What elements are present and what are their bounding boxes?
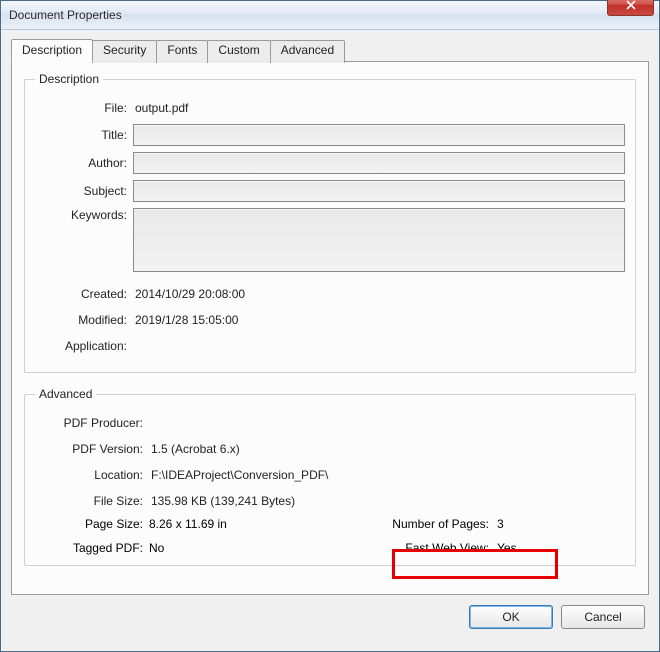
value-filesize: 135.98 KB (139,241 Bytes) [149, 494, 625, 508]
row-application: Application: [35, 336, 625, 356]
label-application: Application: [35, 339, 133, 353]
value-numpages: 3 [495, 517, 625, 531]
dialog-window: Document Properties Description Security… [0, 0, 660, 652]
close-button[interactable] [607, 0, 654, 16]
row-title: Title: [35, 124, 625, 146]
row-filesize: File Size: 135.98 KB (139,241 Bytes) [35, 491, 625, 511]
label-producer: PDF Producer: [35, 416, 149, 430]
tab-page-description: Description File: output.pdf Title: Auth… [11, 61, 649, 595]
label-title: Title: [35, 128, 133, 142]
row-subject: Subject: [35, 180, 625, 202]
label-modified: Modified: [35, 313, 133, 327]
row-tagged: Tagged PDF: No [35, 541, 345, 555]
label-fastweb: Fast Web View: [365, 541, 495, 555]
group-advanced: Advanced PDF Producer: PDF Version: 1.5 … [24, 387, 636, 566]
titlebar: Document Properties [1, 1, 659, 30]
cancel-button[interactable]: Cancel [561, 605, 645, 629]
row-modified: Modified: 2019/1/28 15:05:00 [35, 310, 625, 330]
group-advanced-legend: Advanced [35, 387, 96, 401]
group-description-legend: Description [35, 72, 103, 86]
label-subject: Subject: [35, 184, 133, 198]
dialog-buttons: OK Cancel [11, 595, 649, 629]
value-file: output.pdf [133, 101, 625, 115]
tab-strip: Description Security Fonts Custom Advanc… [11, 38, 649, 61]
label-version: PDF Version: [35, 442, 149, 456]
close-icon [626, 0, 636, 10]
ok-button[interactable]: OK [469, 605, 553, 629]
row-version: PDF Version: 1.5 (Acrobat 6.x) [35, 439, 625, 459]
row-pagesize: Page Size: 8.26 x 11.69 in [35, 517, 345, 531]
label-numpages: Number of Pages: [365, 517, 495, 531]
tab-security[interactable]: Security [92, 40, 157, 63]
input-title[interactable] [133, 124, 625, 146]
label-file: File: [35, 101, 133, 115]
tab-custom[interactable]: Custom [207, 40, 270, 63]
label-author: Author: [35, 156, 133, 170]
value-tagged: No [149, 541, 164, 555]
label-pagesize: Page Size: [35, 517, 149, 531]
group-description: Description File: output.pdf Title: Auth… [24, 72, 636, 373]
tab-advanced[interactable]: Advanced [270, 40, 345, 63]
value-version: 1.5 (Acrobat 6.x) [149, 442, 625, 456]
dialog-body: Description Security Fonts Custom Advanc… [1, 30, 659, 639]
label-keywords: Keywords: [35, 208, 133, 222]
window-title: Document Properties [9, 8, 659, 22]
row-producer: PDF Producer: [35, 413, 625, 433]
row-created: Created: 2014/10/29 20:08:00 [35, 284, 625, 304]
row-author: Author: [35, 152, 625, 174]
tab-description[interactable]: Description [11, 39, 93, 62]
value-created: 2014/10/29 20:08:00 [133, 287, 625, 301]
row-location: Location: F:\IDEAProject\Conversion_PDF\ [35, 465, 625, 485]
label-tagged: Tagged PDF: [35, 541, 149, 555]
value-modified: 2019/1/28 15:05:00 [133, 313, 625, 327]
row-file: File: output.pdf [35, 98, 625, 118]
tab-fonts[interactable]: Fonts [156, 40, 208, 63]
value-fastweb: Yes [495, 541, 625, 555]
label-location: Location: [35, 468, 149, 482]
input-keywords[interactable] [133, 208, 625, 272]
row-keywords: Keywords: [35, 208, 625, 272]
value-pagesize: 8.26 x 11.69 in [149, 517, 227, 531]
value-location: F:\IDEAProject\Conversion_PDF\ [149, 468, 625, 482]
input-author[interactable] [133, 152, 625, 174]
advanced-two-col: Page Size: 8.26 x 11.69 in Number of Pag… [35, 517, 625, 555]
input-subject[interactable] [133, 180, 625, 202]
tabs-container: Description Security Fonts Custom Advanc… [11, 38, 649, 595]
label-filesize: File Size: [35, 494, 149, 508]
label-created: Created: [35, 287, 133, 301]
